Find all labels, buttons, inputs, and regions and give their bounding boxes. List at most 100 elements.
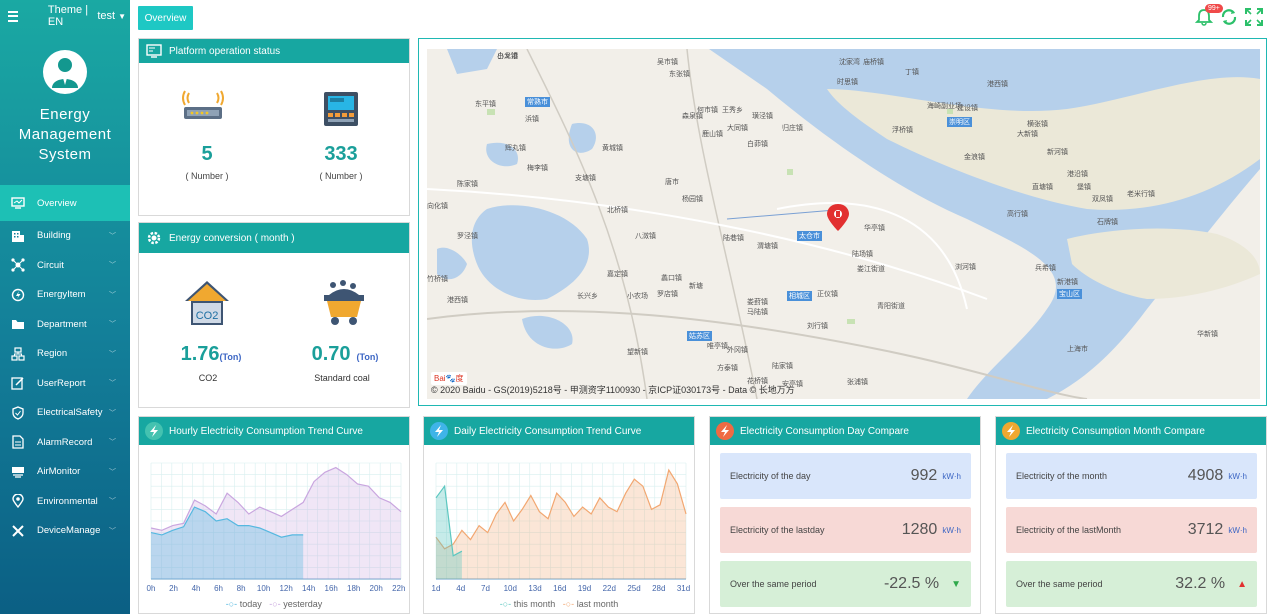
sidebar-item-energyitem[interactable]: EnergyItem ﹀	[0, 280, 130, 310]
sidebar-item-circuit[interactable]: Circuit ﹀	[0, 251, 130, 281]
kpi-period: Over the same period -22.5 % ▼	[720, 561, 971, 607]
tab-overview[interactable]: Overview	[138, 6, 193, 30]
kpi-label: Electricity of the month	[1016, 471, 1108, 481]
map-place-label: 兵希镇	[1035, 265, 1056, 272]
legend-yesterday[interactable]: yesterday	[283, 599, 322, 609]
trend-up-icon: ▲	[1237, 578, 1247, 590]
sidebar-item-region[interactable]: Region ﹀	[0, 339, 130, 369]
panel-title: Energy conversion ( month )	[169, 232, 295, 244]
map-place-label: 渭塘镇	[757, 243, 778, 250]
meter-unit: ( Number )	[319, 171, 363, 181]
lightning-icon	[716, 422, 734, 440]
x-tick-label: 13d	[528, 584, 541, 593]
sidebar-item-overview[interactable]: Overview	[0, 185, 130, 221]
sidebar-item-electricalsafety[interactable]: ElectricalSafety ﹀	[0, 398, 130, 428]
map-panel: © 2020 Baidu - GS(2019)5218号 - 甲测资字11009…	[418, 38, 1267, 406]
x-tick-label: 18h	[347, 584, 360, 593]
legend-this-month[interactable]: this month	[514, 599, 556, 609]
notification-badge: 99+	[1205, 4, 1223, 13]
x-tick-label: 12h	[279, 584, 292, 593]
map-place-label: 小农场	[627, 293, 648, 300]
trend-down-icon: ▼	[951, 578, 961, 590]
legend-last-month[interactable]: last month	[577, 599, 619, 609]
sidebar-item-label: Overview	[37, 197, 77, 209]
map-district-label: 太仓市	[797, 231, 822, 241]
system-title-line: Energy	[39, 106, 91, 123]
map-place-label: 刘行镇	[807, 323, 828, 330]
user-icon	[52, 58, 78, 88]
x-tick-label: 25d	[627, 584, 640, 593]
x-tick-label: 10d	[504, 584, 517, 593]
sidebar-item-department[interactable]: Department ﹀	[0, 310, 130, 340]
sidebar-item-label: ElectricalSafety	[37, 407, 103, 419]
x-tick-label: 14h	[302, 584, 315, 593]
location-icon	[10, 493, 26, 509]
sidebar-item-building[interactable]: Building ﹀	[0, 221, 130, 251]
map-place-label: 吴市镇	[657, 59, 678, 66]
system-title: Energy Management System	[0, 105, 130, 165]
sidebar-item-environmental[interactable]: Environmental ﹀	[0, 487, 130, 517]
menu-icon[interactable]	[8, 10, 18, 22]
kpi-value: 4908	[1187, 467, 1224, 484]
map-place-label: 八滧镇	[635, 233, 656, 240]
circuit-icon	[10, 257, 26, 273]
lightning-icon	[145, 422, 163, 440]
map-place-label: 罗泾镇	[457, 233, 478, 240]
lightning-icon	[1002, 422, 1020, 440]
map-place-label: 浏河镇	[955, 264, 976, 271]
map-place-label: 石牌镇	[1097, 219, 1118, 226]
chevron-down-icon: ﹀	[109, 468, 116, 476]
x-tick-label: 6h	[214, 584, 223, 593]
x-tick-label: 22d	[603, 584, 616, 593]
panel-title: Daily Electricity Consumption Trend Curv…	[454, 425, 642, 437]
fullscreen-icon[interactable]	[1245, 8, 1263, 26]
coal-cart-icon	[321, 279, 367, 332]
panel-title: Electricity Consumption Month Compare	[1026, 425, 1205, 437]
co2-label: CO2	[198, 373, 218, 383]
chevron-down-icon: ﹀	[109, 498, 116, 506]
user-menu[interactable]: test	[97, 10, 115, 22]
chevron-down-icon: ﹀	[109, 350, 116, 358]
sidebar-item-devicemanage[interactable]: DeviceManage ﹀	[0, 516, 130, 546]
notification-button[interactable]: 99+	[1194, 4, 1223, 26]
map-place-label: 向化镇	[427, 203, 448, 210]
map-place-label: 安亭镇	[782, 381, 803, 388]
kpi-unit: kW·h	[1228, 525, 1247, 535]
map-place-label: 归庄镇	[782, 125, 803, 132]
chevron-down-icon[interactable]: ▼	[118, 12, 126, 21]
map-attribution: © 2020 Baidu - GS(2019)5218号 - 甲测资字11009…	[431, 385, 795, 395]
air-monitor-icon	[10, 464, 26, 480]
map-place-label: 鹿山镇	[702, 131, 723, 138]
kpi-unit: kW·h	[942, 471, 961, 481]
map-place-label: 娄葑镇	[747, 299, 768, 306]
sidebar-item-userreport[interactable]: UserReport ﹀	[0, 369, 130, 399]
legend-marker: -○-	[269, 599, 281, 609]
sidebar-item-airmonitor[interactable]: AirMonitor ﹀	[0, 457, 130, 487]
map-place-label: 华亭镇	[864, 225, 885, 232]
map-place-label: 花桥镇	[747, 378, 768, 385]
map-place-label: 东平镇	[475, 101, 496, 108]
theme-language-switch[interactable]: Theme | EN	[48, 4, 89, 28]
gateway-router-icon	[181, 89, 225, 126]
kpi-label: Electricity of the lastday	[730, 525, 825, 535]
legend-today[interactable]: today	[240, 599, 262, 609]
map-place-label: 老米行镇	[1127, 191, 1155, 198]
panel-header: Platform operation status	[139, 39, 409, 63]
folder-icon	[10, 316, 26, 332]
map-view[interactable]: © 2020 Baidu - GS(2019)5218号 - 甲测资字11009…	[427, 49, 1260, 399]
x-tick-label: 0h	[147, 584, 156, 593]
chevron-down-icon: ﹀	[109, 232, 116, 240]
report-icon	[10, 375, 26, 391]
map-place-label: 娄江街道	[857, 266, 885, 273]
status-board-icon	[145, 42, 163, 60]
sidebar-item-alarmrecord[interactable]: AlarmRecord ﹀	[0, 428, 130, 458]
system-title-line: System	[38, 146, 92, 163]
map-place-label: 华新镇	[1197, 331, 1218, 338]
map-district-label: 常熟市	[525, 97, 550, 107]
map-place-label: 新河镇	[1047, 149, 1068, 156]
co2-value-row: 1.76(Ton)	[171, 343, 251, 366]
sidebar-item-label: AirMonitor	[37, 466, 81, 478]
map-district-label: 宝山区	[1057, 289, 1082, 299]
map-place-label: 唐市	[665, 179, 679, 186]
baidu-logo[interactable]: Bai🐾度	[431, 372, 467, 385]
